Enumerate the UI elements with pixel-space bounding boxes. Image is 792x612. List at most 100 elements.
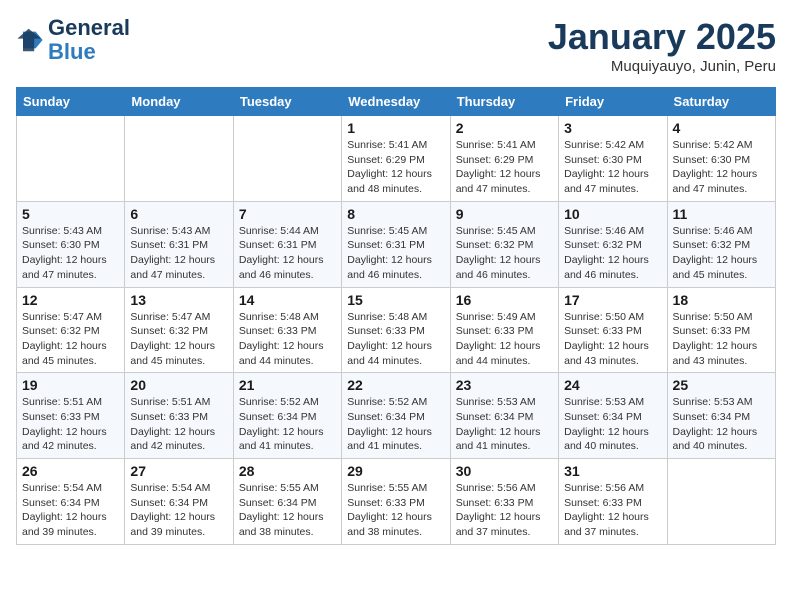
day-number: 27 bbox=[130, 463, 227, 479]
day-number: 18 bbox=[673, 292, 770, 308]
day-cell: 11Sunrise: 5:46 AMSunset: 6:32 PMDayligh… bbox=[667, 201, 775, 287]
day-number: 6 bbox=[130, 206, 227, 222]
day-cell: 18 Sunrise: 5:50 AMSunset: 6:33 PMDayligh… bbox=[667, 287, 775, 373]
day-info: Sunrise: 5:53 AMSunset: 6:34 PMDaylight:… bbox=[456, 395, 553, 454]
day-cell: 20Sunrise: 5:51 AMSunset: 6:33 PMDayligh… bbox=[125, 373, 233, 459]
week-row-3: 12 Sunrise: 5:47 AMSunset: 6:32 PMDayligh… bbox=[17, 287, 776, 373]
day-number: 7 bbox=[239, 206, 336, 222]
day-cell: 23Sunrise: 5:53 AMSunset: 6:34 PMDayligh… bbox=[450, 373, 558, 459]
day-cell: 26 Sunrise: 5:54 AMSunset: 6:34 PMDayligh… bbox=[17, 459, 125, 545]
logo-line2: Blue bbox=[48, 40, 130, 64]
day-info: Sunrise: 5:41 AMSunset: 6:29 PMDaylight:… bbox=[456, 138, 553, 197]
day-number: 10 bbox=[564, 206, 661, 222]
day-info: Sunrise: 5:45 AMSunset: 6:31 PMDaylight:… bbox=[347, 224, 444, 283]
day-info: Sunrise: 5:50 AMSunset: 6:33 PMDaylight:… bbox=[564, 310, 661, 369]
day-cell: 2 Sunrise: 5:41 AMSunset: 6:29 PMDaylight… bbox=[450, 116, 558, 202]
day-number: 16 bbox=[456, 292, 553, 308]
day-cell: 9 Sunrise: 5:45 AMSunset: 6:32 PMDaylight… bbox=[450, 201, 558, 287]
day-info: Sunrise: 5:53 AMSunset: 6:34 PMDaylight:… bbox=[564, 395, 661, 454]
day-cell: 7 Sunrise: 5:44 AMSunset: 6:31 PMDaylight… bbox=[233, 201, 341, 287]
day-cell: 10 Sunrise: 5:46 AMSunset: 6:32 PMDayligh… bbox=[559, 201, 667, 287]
day-number: 14 bbox=[239, 292, 336, 308]
day-info: Sunrise: 5:44 AMSunset: 6:31 PMDaylight:… bbox=[239, 224, 336, 283]
day-number: 1 bbox=[347, 120, 444, 136]
day-cell: 17 Sunrise: 5:50 AMSunset: 6:33 PMDayligh… bbox=[559, 287, 667, 373]
week-row-4: 19Sunrise: 5:51 AMSunset: 6:33 PMDayligh… bbox=[17, 373, 776, 459]
day-number: 12 bbox=[22, 292, 119, 308]
day-info: Sunrise: 5:50 AMSunset: 6:33 PMDaylight:… bbox=[673, 310, 770, 369]
day-cell: 6 Sunrise: 5:43 AMSunset: 6:31 PMDaylight… bbox=[125, 201, 233, 287]
logo: General Blue bbox=[16, 16, 130, 64]
day-number: 31 bbox=[564, 463, 661, 479]
logo-icon bbox=[16, 26, 44, 54]
day-number: 2 bbox=[456, 120, 553, 136]
weekday-header-sunday: Sunday bbox=[17, 88, 125, 116]
day-cell bbox=[233, 116, 341, 202]
day-number: 9 bbox=[456, 206, 553, 222]
day-info: Sunrise: 5:43 AMSunset: 6:31 PMDaylight:… bbox=[130, 224, 227, 283]
day-info: Sunrise: 5:47 AMSunset: 6:32 PMDaylight:… bbox=[22, 310, 119, 369]
day-info: Sunrise: 5:56 AMSunset: 6:33 PMDaylight:… bbox=[456, 481, 553, 540]
week-row-1: 1 Sunrise: 5:41 AMSunset: 6:29 PMDaylight… bbox=[17, 116, 776, 202]
day-info: Sunrise: 5:56 AMSunset: 6:33 PMDaylight:… bbox=[564, 481, 661, 540]
day-info: Sunrise: 5:42 AMSunset: 6:30 PMDaylight:… bbox=[564, 138, 661, 197]
day-number: 28 bbox=[239, 463, 336, 479]
day-number: 17 bbox=[564, 292, 661, 308]
day-cell: 27 Sunrise: 5:54 AMSunset: 6:34 PMDayligh… bbox=[125, 459, 233, 545]
day-cell bbox=[667, 459, 775, 545]
day-cell: 3 Sunrise: 5:42 AMSunset: 6:30 PMDaylight… bbox=[559, 116, 667, 202]
day-info: Sunrise: 5:54 AMSunset: 6:34 PMDaylight:… bbox=[22, 481, 119, 540]
day-info: Sunrise: 5:51 AMSunset: 6:33 PMDaylight:… bbox=[22, 395, 119, 454]
weekday-header-row: SundayMondayTuesdayWednesdayThursdayFrid… bbox=[17, 88, 776, 116]
day-info: Sunrise: 5:55 AMSunset: 6:33 PMDaylight:… bbox=[347, 481, 444, 540]
day-info: Sunrise: 5:47 AMSunset: 6:32 PMDaylight:… bbox=[130, 310, 227, 369]
week-row-2: 5Sunrise: 5:43 AMSunset: 6:30 PMDaylight… bbox=[17, 201, 776, 287]
day-number: 11 bbox=[673, 206, 770, 222]
week-row-5: 26 Sunrise: 5:54 AMSunset: 6:34 PMDayligh… bbox=[17, 459, 776, 545]
day-cell: 28Sunrise: 5:55 AMSunset: 6:34 PMDayligh… bbox=[233, 459, 341, 545]
day-cell: 19Sunrise: 5:51 AMSunset: 6:33 PMDayligh… bbox=[17, 373, 125, 459]
weekday-header-saturday: Saturday bbox=[667, 88, 775, 116]
weekday-header-friday: Friday bbox=[559, 88, 667, 116]
day-cell: 8 Sunrise: 5:45 AMSunset: 6:31 PMDaylight… bbox=[342, 201, 450, 287]
day-info: Sunrise: 5:45 AMSunset: 6:32 PMDaylight:… bbox=[456, 224, 553, 283]
day-cell: 21Sunrise: 5:52 AMSunset: 6:34 PMDayligh… bbox=[233, 373, 341, 459]
day-info: Sunrise: 5:52 AMSunset: 6:34 PMDaylight:… bbox=[347, 395, 444, 454]
day-number: 29 bbox=[347, 463, 444, 479]
day-cell: 24 Sunrise: 5:53 AMSunset: 6:34 PMDayligh… bbox=[559, 373, 667, 459]
day-number: 25 bbox=[673, 377, 770, 393]
day-cell: 30 Sunrise: 5:56 AMSunset: 6:33 PMDayligh… bbox=[450, 459, 558, 545]
weekday-header-monday: Monday bbox=[125, 88, 233, 116]
day-info: Sunrise: 5:46 AMSunset: 6:32 PMDaylight:… bbox=[564, 224, 661, 283]
day-number: 26 bbox=[22, 463, 119, 479]
page-header: General Blue January 2025 Muquiyauyo, Ju… bbox=[16, 16, 776, 75]
day-number: 20 bbox=[130, 377, 227, 393]
day-number: 30 bbox=[456, 463, 553, 479]
day-cell bbox=[17, 116, 125, 202]
day-cell: 16 Sunrise: 5:49 AMSunset: 6:33 PMDayligh… bbox=[450, 287, 558, 373]
day-number: 3 bbox=[564, 120, 661, 136]
day-cell: 31 Sunrise: 5:56 AMSunset: 6:33 PMDayligh… bbox=[559, 459, 667, 545]
day-info: Sunrise: 5:52 AMSunset: 6:34 PMDaylight:… bbox=[239, 395, 336, 454]
title-block: January 2025 Muquiyauyo, Junin, Peru bbox=[548, 16, 776, 75]
day-info: Sunrise: 5:53 AMSunset: 6:34 PMDaylight:… bbox=[673, 395, 770, 454]
day-number: 15 bbox=[347, 292, 444, 308]
day-cell: 29 Sunrise: 5:55 AMSunset: 6:33 PMDayligh… bbox=[342, 459, 450, 545]
day-cell: 13 Sunrise: 5:47 AMSunset: 6:32 PMDayligh… bbox=[125, 287, 233, 373]
day-info: Sunrise: 5:48 AMSunset: 6:33 PMDaylight:… bbox=[347, 310, 444, 369]
day-cell: 15 Sunrise: 5:48 AMSunset: 6:33 PMDayligh… bbox=[342, 287, 450, 373]
day-info: Sunrise: 5:41 AMSunset: 6:29 PMDaylight:… bbox=[347, 138, 444, 197]
day-cell bbox=[125, 116, 233, 202]
day-number: 4 bbox=[673, 120, 770, 136]
day-number: 24 bbox=[564, 377, 661, 393]
day-info: Sunrise: 5:54 AMSunset: 6:34 PMDaylight:… bbox=[130, 481, 227, 540]
calendar-table: SundayMondayTuesdayWednesdayThursdayFrid… bbox=[16, 87, 776, 545]
day-cell: 5Sunrise: 5:43 AMSunset: 6:30 PMDaylight… bbox=[17, 201, 125, 287]
day-info: Sunrise: 5:49 AMSunset: 6:33 PMDaylight:… bbox=[456, 310, 553, 369]
day-info: Sunrise: 5:48 AMSunset: 6:33 PMDaylight:… bbox=[239, 310, 336, 369]
day-cell: 12 Sunrise: 5:47 AMSunset: 6:32 PMDayligh… bbox=[17, 287, 125, 373]
day-number: 8 bbox=[347, 206, 444, 222]
day-number: 13 bbox=[130, 292, 227, 308]
day-number: 22 bbox=[347, 377, 444, 393]
day-cell: 14 Sunrise: 5:48 AMSunset: 6:33 PMDayligh… bbox=[233, 287, 341, 373]
